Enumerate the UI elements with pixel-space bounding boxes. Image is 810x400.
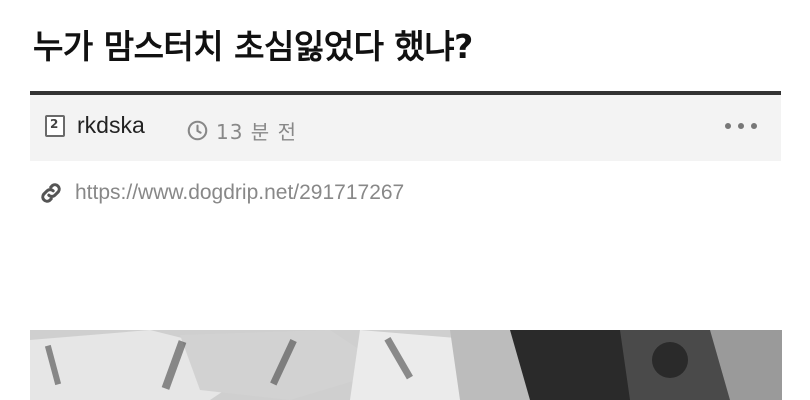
post-page: 누가 맘스터치 초심잃었다 했냐? 2 rkdska 13 분 전 https:… xyxy=(0,0,810,400)
author-name[interactable]: rkdska xyxy=(77,112,145,139)
source-link[interactable]: https://www.dogdrip.net/291717267 xyxy=(38,180,404,206)
post-title: 누가 맘스터치 초심잃었다 했냐? xyxy=(33,27,473,66)
source-url[interactable]: https://www.dogdrip.net/291717267 xyxy=(75,181,404,205)
post-time: 13 분 전 xyxy=(187,116,297,145)
link-icon xyxy=(41,183,61,203)
post-meta-bar: 2 rkdska 13 분 전 xyxy=(30,91,781,161)
time-ago: 13 분 전 xyxy=(216,120,297,144)
post-image-graphic xyxy=(30,330,782,400)
post-image xyxy=(30,330,782,400)
level-badge-icon[interactable]: 2 xyxy=(45,115,65,137)
more-dots-icon[interactable] xyxy=(725,121,757,131)
author-level: 2 xyxy=(50,117,59,131)
clock-icon xyxy=(187,120,208,141)
